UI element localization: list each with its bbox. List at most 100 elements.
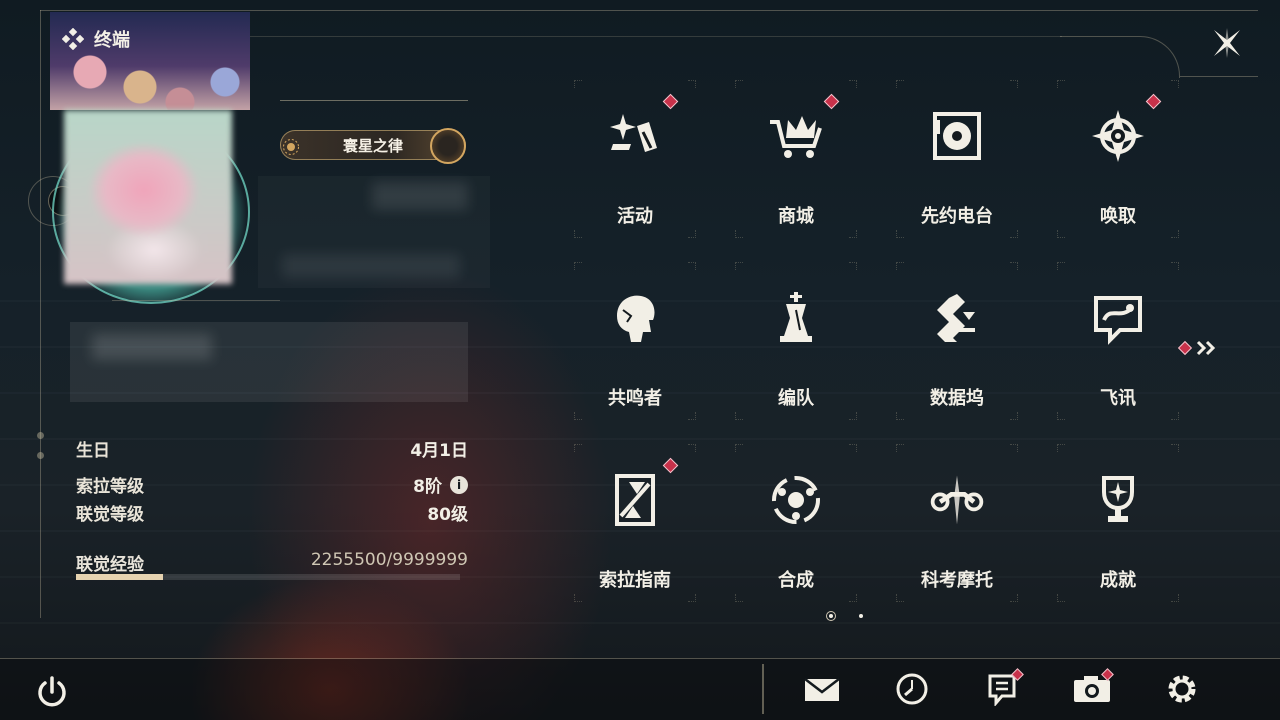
experience-bar-fill bbox=[76, 574, 163, 580]
tile-corner bbox=[1171, 444, 1179, 452]
tile-corner bbox=[1010, 444, 1018, 452]
menu-tile[interactable]: 编队 bbox=[735, 262, 857, 420]
menu-tile[interactable]: 数据坞 bbox=[896, 262, 1018, 420]
stat-label: 生日 bbox=[76, 441, 110, 461]
sun-emblem-icon bbox=[282, 138, 300, 160]
page-dot[interactable] bbox=[856, 611, 866, 621]
compass-star-icon bbox=[1088, 106, 1148, 166]
motorbike-icon bbox=[927, 470, 987, 530]
tile-corner bbox=[896, 262, 904, 270]
menu-tile[interactable]: 合成 bbox=[735, 444, 857, 602]
menu-tile[interactable]: 飞讯 bbox=[1057, 262, 1179, 420]
notice-button[interactable] bbox=[982, 668, 1024, 710]
synthesis-orbit-icon bbox=[766, 470, 826, 530]
menu-tile[interactable]: 活动 bbox=[574, 80, 696, 238]
frame-left-node bbox=[37, 452, 44, 459]
tile-corner bbox=[688, 594, 696, 602]
menu-tile[interactable]: 成就 bbox=[1057, 444, 1179, 602]
tile-corner bbox=[849, 594, 857, 602]
menu-tile-label: 数据坞 bbox=[930, 388, 984, 409]
radio-turntable-icon bbox=[927, 106, 987, 166]
notification-dot bbox=[1177, 340, 1193, 356]
tile-corner bbox=[574, 594, 582, 602]
tile-corner bbox=[1010, 80, 1018, 88]
frame-left-node bbox=[37, 432, 44, 439]
guide-book-icon bbox=[605, 470, 665, 530]
tile-corner bbox=[574, 80, 582, 88]
stat-label: 联觉等级 bbox=[76, 505, 144, 525]
bottom-divider bbox=[0, 658, 1280, 659]
notification-dot bbox=[823, 93, 840, 110]
tile-corner bbox=[1171, 80, 1179, 88]
tile-corner bbox=[896, 594, 904, 602]
tile-corner bbox=[1010, 594, 1018, 602]
stat-sola-level: 索拉等级 8阶 i bbox=[76, 472, 468, 497]
power-button[interactable] bbox=[32, 672, 72, 712]
info-icon[interactable]: i bbox=[450, 475, 468, 494]
frame-left-line bbox=[40, 10, 41, 618]
tile-corner bbox=[1171, 262, 1179, 270]
experience-bar bbox=[76, 574, 460, 580]
menu-tile-label: 活动 bbox=[617, 206, 653, 227]
stat-value: 80级 bbox=[427, 505, 468, 525]
frame-right-line bbox=[1180, 76, 1258, 77]
avatar[interactable] bbox=[64, 110, 232, 284]
menu-tile[interactable]: 先约电台 bbox=[896, 80, 1018, 238]
diamond-cluster-icon bbox=[62, 28, 84, 50]
tile-corner bbox=[849, 262, 857, 270]
tile-corner bbox=[1057, 444, 1065, 452]
clock-button[interactable] bbox=[892, 668, 932, 710]
title-emblem-icon bbox=[430, 128, 466, 164]
menu-tile-label: 先约电台 bbox=[921, 206, 993, 227]
menu-tile[interactable]: 商城 bbox=[735, 80, 857, 238]
crown-cart-icon bbox=[766, 106, 826, 166]
clock-icon bbox=[896, 673, 928, 705]
double-chevron-right-icon bbox=[1196, 340, 1216, 356]
redacted-text bbox=[92, 334, 212, 360]
tile-corner bbox=[1057, 262, 1065, 270]
page-dot-active[interactable] bbox=[826, 611, 836, 621]
tile-corner bbox=[735, 444, 743, 452]
close-button[interactable] bbox=[1206, 22, 1248, 64]
tile-corner bbox=[896, 412, 904, 420]
frame-inner-line bbox=[250, 36, 1062, 37]
profile-divider bbox=[112, 300, 280, 301]
notification-dot bbox=[1145, 93, 1162, 110]
frame-top-line bbox=[40, 10, 1258, 11]
menu-tile[interactable]: 共鸣者 bbox=[574, 262, 696, 420]
menu-tile-label: 成就 bbox=[1100, 570, 1136, 591]
tile-corner bbox=[849, 80, 857, 88]
stat-union-level: 联觉等级 80级 bbox=[76, 500, 468, 525]
redacted-text bbox=[282, 254, 460, 278]
menu-tile-label: 飞讯 bbox=[1100, 388, 1136, 409]
tile-corner bbox=[735, 80, 743, 88]
notification-dot bbox=[662, 93, 679, 110]
tile-corner bbox=[849, 444, 857, 452]
settings-button[interactable] bbox=[1162, 668, 1202, 710]
tile-corner bbox=[1057, 80, 1065, 88]
stat-value: 4月1日 bbox=[410, 441, 468, 461]
stat-value: 8阶 bbox=[413, 477, 442, 497]
tile-corner bbox=[1171, 412, 1179, 420]
tile-corner bbox=[735, 412, 743, 420]
tile-corner bbox=[1057, 230, 1065, 238]
mail-button[interactable] bbox=[802, 668, 842, 710]
character-head-icon bbox=[605, 288, 665, 348]
next-page-button[interactable] bbox=[1177, 340, 1218, 356]
menu-tile[interactable]: 唤取 bbox=[1057, 80, 1179, 238]
tile-corner bbox=[1171, 594, 1179, 602]
tile-corner bbox=[574, 262, 582, 270]
camera-button[interactable] bbox=[1072, 668, 1114, 710]
menu-tile[interactable]: 索拉指南 bbox=[574, 444, 696, 602]
tile-corner bbox=[735, 594, 743, 602]
menu-tile-label: 索拉指南 bbox=[599, 570, 671, 591]
tile-corner bbox=[849, 230, 857, 238]
menu-tile[interactable]: 科考摩托 bbox=[896, 444, 1018, 602]
tile-corner bbox=[688, 80, 696, 88]
badge-divider bbox=[280, 100, 468, 101]
tile-corner bbox=[688, 412, 696, 420]
mail-icon bbox=[804, 678, 840, 701]
stat-birthday: 生日 4月1日 bbox=[76, 436, 468, 461]
tile-corner bbox=[1010, 262, 1018, 270]
tile-corner bbox=[688, 444, 696, 452]
